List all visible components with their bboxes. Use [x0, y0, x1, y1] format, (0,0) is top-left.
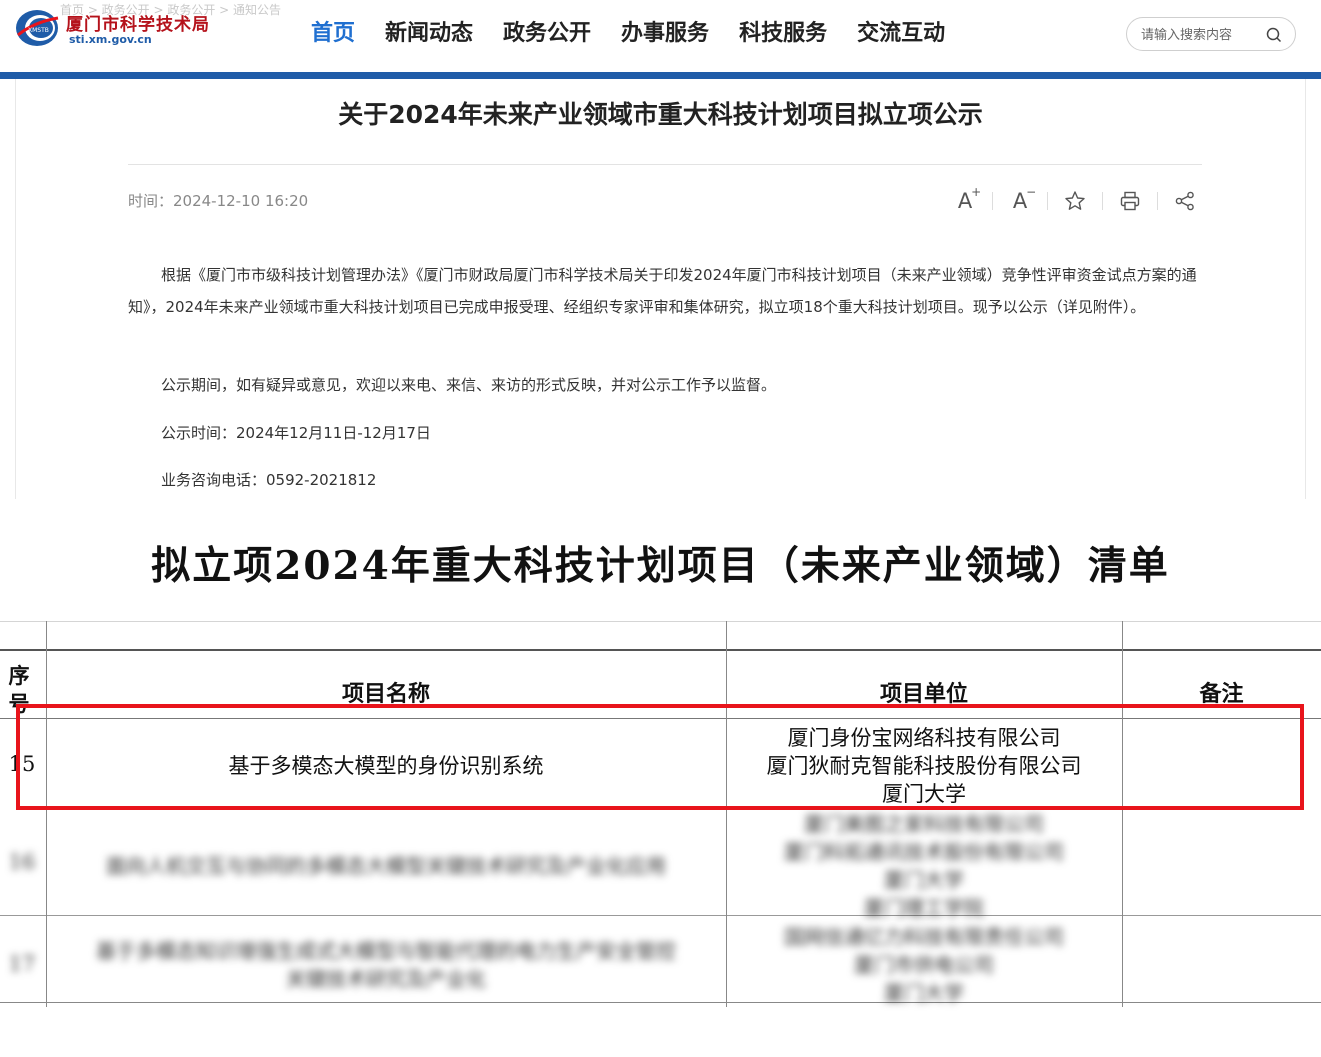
share-button[interactable] — [1168, 184, 1202, 218]
nav-tech-services[interactable]: 科技服务 — [724, 18, 842, 50]
title-divider — [128, 164, 1202, 165]
row-17-project-name: 关键技术研究及产业化 — [286, 967, 486, 991]
site-logo[interactable]: XMSTB 厦门市科学技术局 sti.xm.gov.cn — [14, 6, 224, 50]
font-increase-icon: A + — [957, 185, 982, 213]
article-paragraph: 业务咨询电话：0592-2021812 — [161, 471, 377, 489]
row-17-index: 17 — [8, 952, 36, 976]
toolbar-divider — [1102, 192, 1103, 210]
header-accent-bar — [0, 72, 1321, 79]
print-button[interactable] — [1113, 184, 1147, 218]
row-17-unit: 国网信通亿力科技有限责任公司 — [784, 925, 1064, 949]
row-16-unit: 厦门理工学院 — [864, 896, 984, 920]
font-decrease-button[interactable]: A − — [1003, 184, 1037, 218]
logo-emblem-icon: XMSTB — [16, 10, 59, 46]
site-header: 首页 > 政务公开 > 政务公开 > 通知公告 XMSTB 厦门市科学技术局 s… — [0, 0, 1321, 74]
nav-home[interactable]: 首页 — [296, 18, 370, 50]
logo-title: 厦门市科学技术局 — [66, 15, 210, 35]
share-icon — [1175, 191, 1194, 211]
favorite-button[interactable] — [1058, 184, 1092, 218]
row-16-unit: 厦门美图之家科技有限公司 — [804, 812, 1044, 836]
toolbar-divider — [1157, 192, 1158, 210]
search-box — [1126, 17, 1296, 51]
star-icon — [1065, 191, 1085, 210]
logo-url: sti.xm.gov.cn — [69, 33, 152, 46]
article-paragraph: 根据《厦门市市级科技计划管理办法》《厦门市财政局厦门市科学技术局关于印发2024… — [128, 266, 1197, 316]
article-paragraph: 公示期间，如有疑异或意见，欢迎以来电、来信、来访的形式反映，并对公示工作予以监督… — [161, 376, 777, 394]
logo-mark-text: XMSTB — [28, 27, 49, 34]
print-icon — [1120, 191, 1140, 211]
article-toolbar: A + A − — [948, 184, 1202, 218]
font-increase-button[interactable]: A + — [948, 184, 982, 218]
search-icon[interactable] — [1265, 26, 1283, 44]
article-paragraph: 公示时间：2024年12月11日-12月17日 — [161, 424, 431, 442]
publish-time: 时间：2024-12-10 16:20 — [128, 192, 309, 210]
article-title: 关于2024年未来产业领域市重大科技计划项目拟立项公示 — [338, 100, 983, 129]
row-16-unit: 厦门大学 — [884, 868, 964, 892]
document-title: 拟立项2024年重大科技计划项目（未来产业领域）清单 — [151, 543, 1170, 589]
nav-gov-info[interactable]: 政务公开 — [488, 18, 606, 50]
toolbar-divider — [1047, 192, 1048, 210]
highlight-box — [16, 704, 1304, 810]
nav-news[interactable]: 新闻动态 — [370, 18, 488, 50]
nav-services[interactable]: 办事服务 — [606, 18, 724, 50]
row-16-project-name: 面向人机交互与协同的多模态大模型关键技术研究及产业化应用 — [106, 854, 666, 878]
main-nav: 首页 新闻动态 政务公开 办事服务 科技服务 交流互动 — [296, 18, 960, 50]
row-16-index: 16 — [8, 850, 36, 874]
nav-interaction[interactable]: 交流互动 — [842, 18, 960, 50]
row-17-unit: 厦门市供电公司 — [854, 953, 994, 977]
font-decrease-icon: A − — [1012, 185, 1037, 213]
toolbar-divider — [992, 192, 993, 210]
row-17-project-name: 基于多模态知识增强生成式大模型与智能代理的电力生产安全管控 — [96, 939, 676, 963]
row-17-unit: 厦门大学 — [884, 981, 964, 1005]
row-16-unit: 厦门科拓通讯技术股份有限公司 — [784, 840, 1064, 864]
search-input[interactable] — [1141, 25, 1259, 45]
